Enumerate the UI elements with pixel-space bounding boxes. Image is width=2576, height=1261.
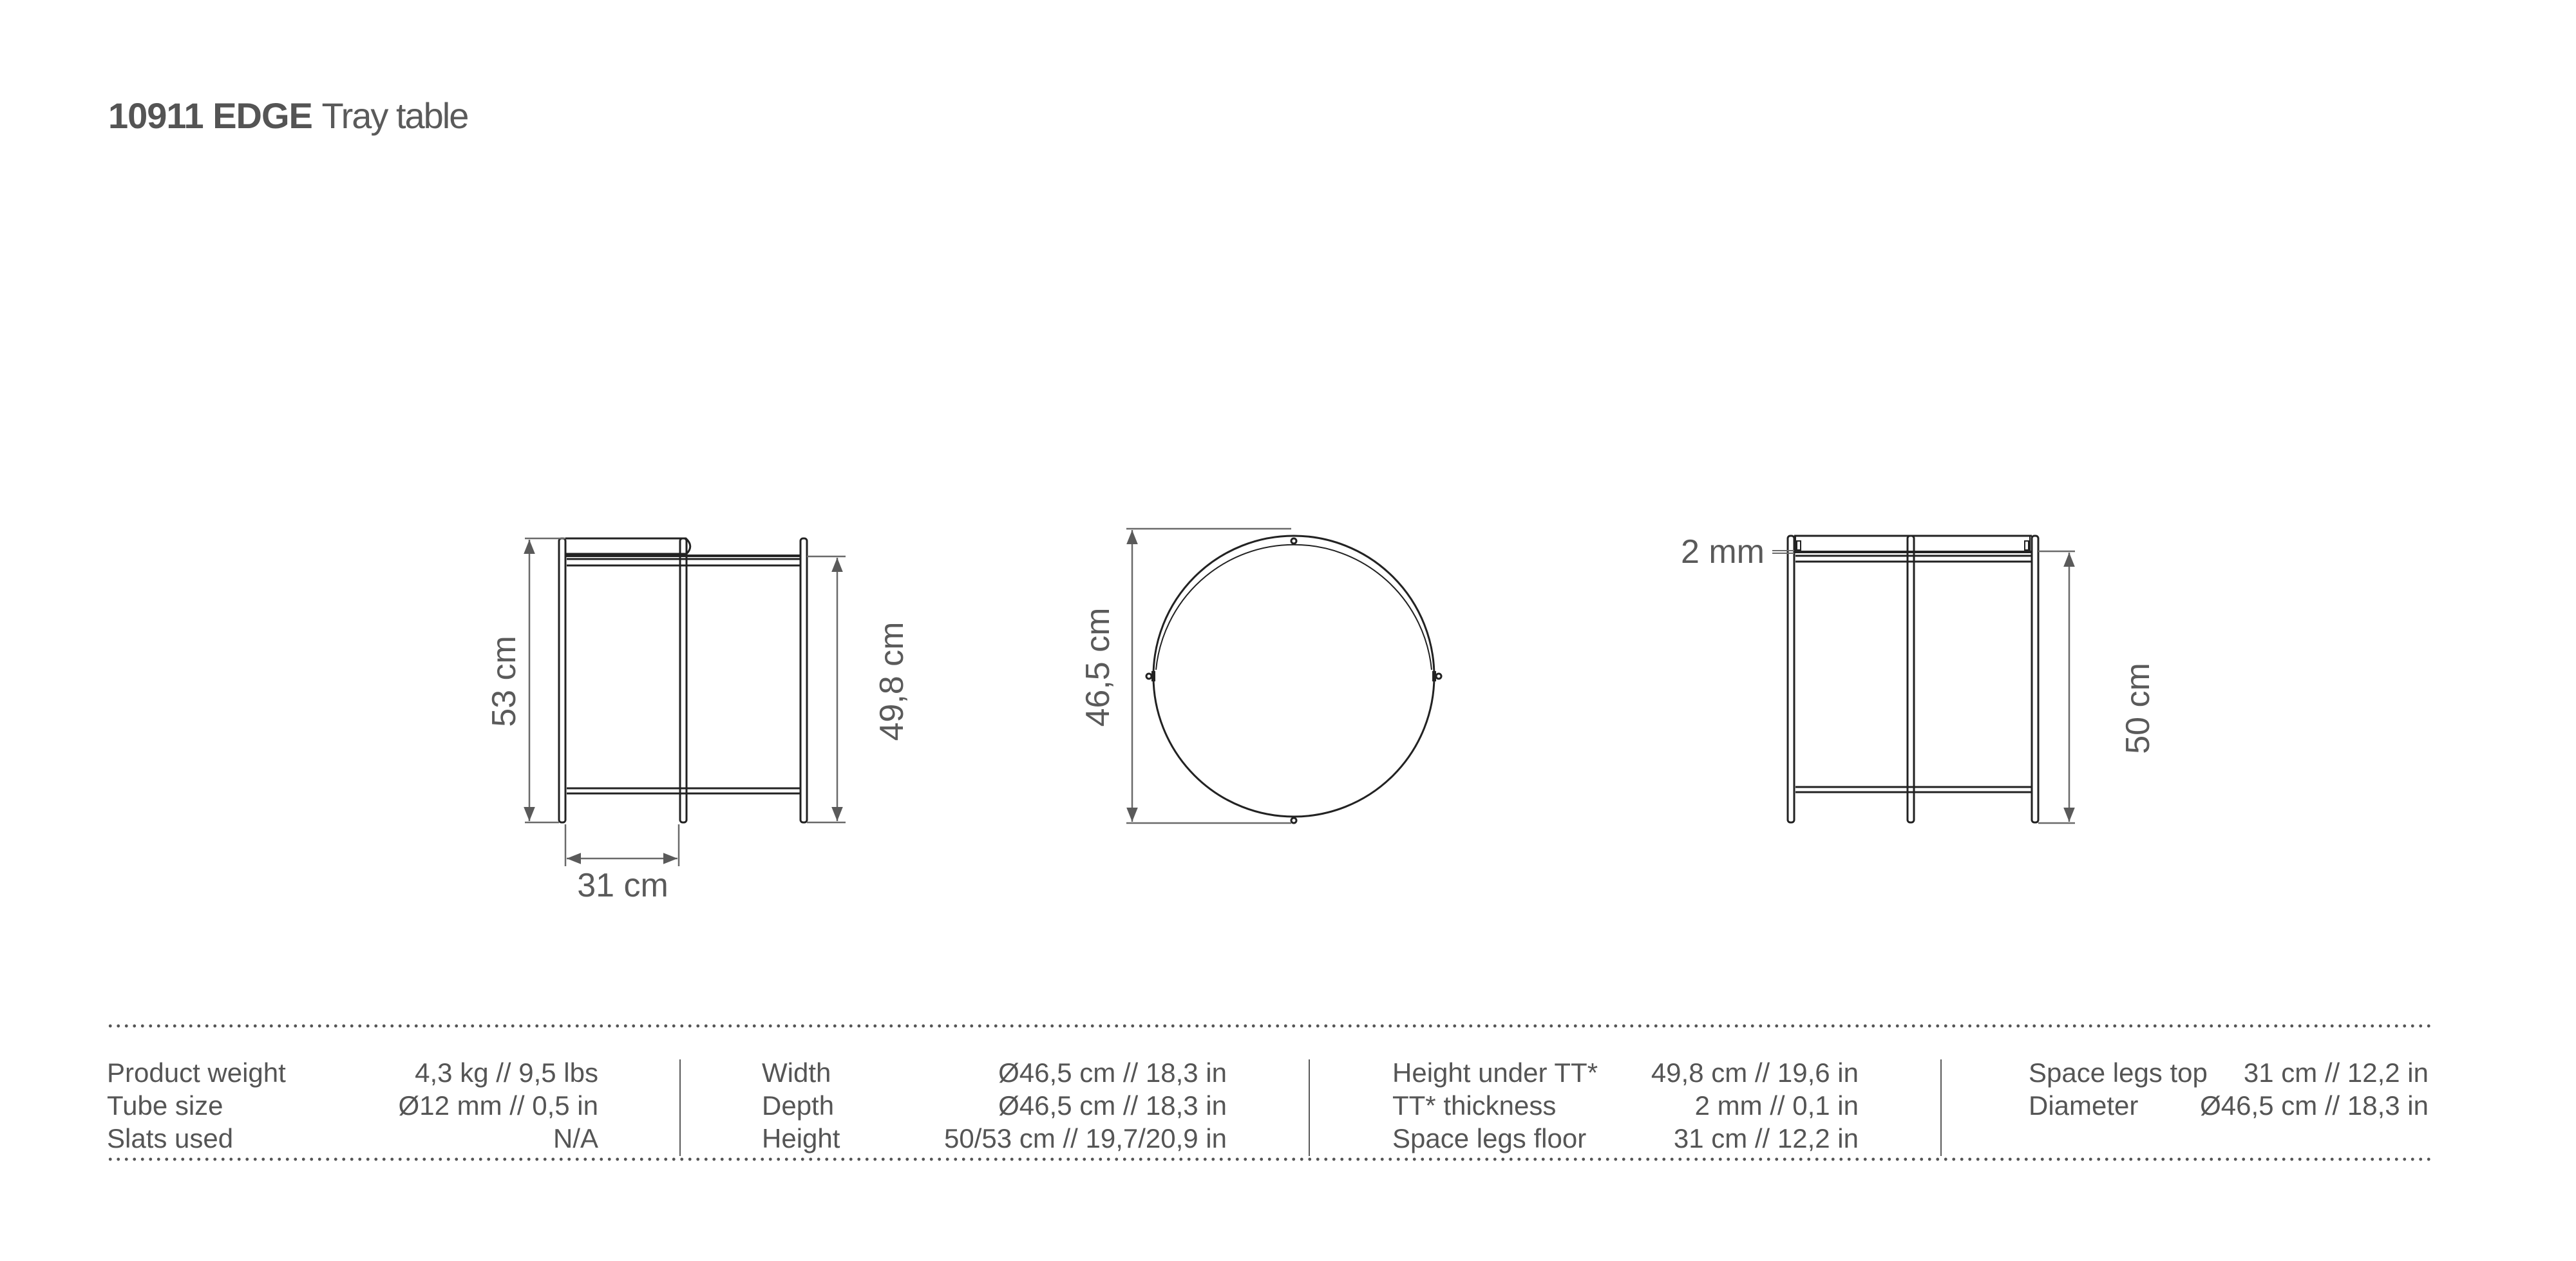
column-divider [1940,1059,1942,1156]
spec-row: Height under TT* 49,8 cm // 19,6 in [1392,1056,1859,1089]
spec-value: 31 cm // 12,2 in [2243,1057,2429,1088]
spec-label: Tube size [107,1090,223,1121]
spec-row: Slats used N/A [107,1122,598,1155]
spec-label: Depth [762,1090,835,1121]
spec-value: N/A [553,1123,598,1153]
spec-value: 31 cm // 12,2 in [1673,1123,1859,1153]
spec-column-dimensions: Width Ø46,5 cm // 18,3 in Depth Ø46,5 cm… [762,1056,1227,1155]
spec-row: Space legs top 31 cm // 12,2 in [2029,1056,2429,1089]
spec-label: Height under TT* [1392,1057,1598,1088]
spec-value: Ø46,5 cm // 18,3 in [998,1057,1227,1088]
spec-row: Diameter Ø46,5 cm // 18,3 in [2029,1089,2429,1122]
spec-label: Slats used [107,1123,234,1153]
column-divider [679,1059,681,1156]
spec-value: 49,8 cm // 19,6 in [1651,1057,1859,1088]
spec-label: TT* thickness [1392,1090,1557,1121]
spec-row: Space legs floor 31 cm // 12,2 in [1392,1122,1859,1155]
spec-label: Product weight [107,1057,286,1088]
spec-column-general: Product weight 4,3 kg // 9,5 lbs Tube si… [107,1056,598,1155]
spec-label: Space legs floor [1392,1123,1587,1153]
dotted-divider-top [106,1024,2431,1028]
spec-row: Width Ø46,5 cm // 18,3 in [762,1056,1227,1089]
spec-row: Height 50/53 cm // 19,7/20,9 in [762,1122,1227,1155]
spec-value: Ø46,5 cm // 18,3 in [998,1090,1227,1121]
dotted-divider-bottom [106,1157,2431,1161]
spec-label: Width [762,1057,831,1088]
spec-value: 4,3 kg // 9,5 lbs [415,1057,598,1088]
spec-label: Space legs top [2029,1057,2208,1088]
spec-value: 2 mm // 0,1 in [1694,1090,1859,1121]
spec-value: Ø46,5 cm // 18,3 in [2200,1090,2429,1121]
spec-row: TT* thickness 2 mm // 0,1 in [1392,1089,1859,1122]
spec-row: Product weight 4,3 kg // 9,5 lbs [107,1056,598,1089]
spec-row: Tube size Ø12 mm // 0,5 in [107,1089,598,1122]
column-divider [1309,1059,1310,1156]
spec-value: 50/53 cm // 19,7/20,9 in [944,1123,1227,1153]
spec-column-legs: Space legs top 31 cm // 12,2 in Diameter… [2029,1056,2429,1122]
spec-label: Diameter [2029,1090,2139,1121]
spec-value: Ø12 mm // 0,5 in [398,1090,598,1121]
spec-column-tray: Height under TT* 49,8 cm // 19,6 in TT* … [1392,1056,1859,1155]
specifications-table: Product weight 4,3 kg // 9,5 lbs Tube si… [0,0,2576,1261]
spec-row: Depth Ø46,5 cm // 18,3 in [762,1089,1227,1122]
spec-label: Height [762,1123,840,1153]
